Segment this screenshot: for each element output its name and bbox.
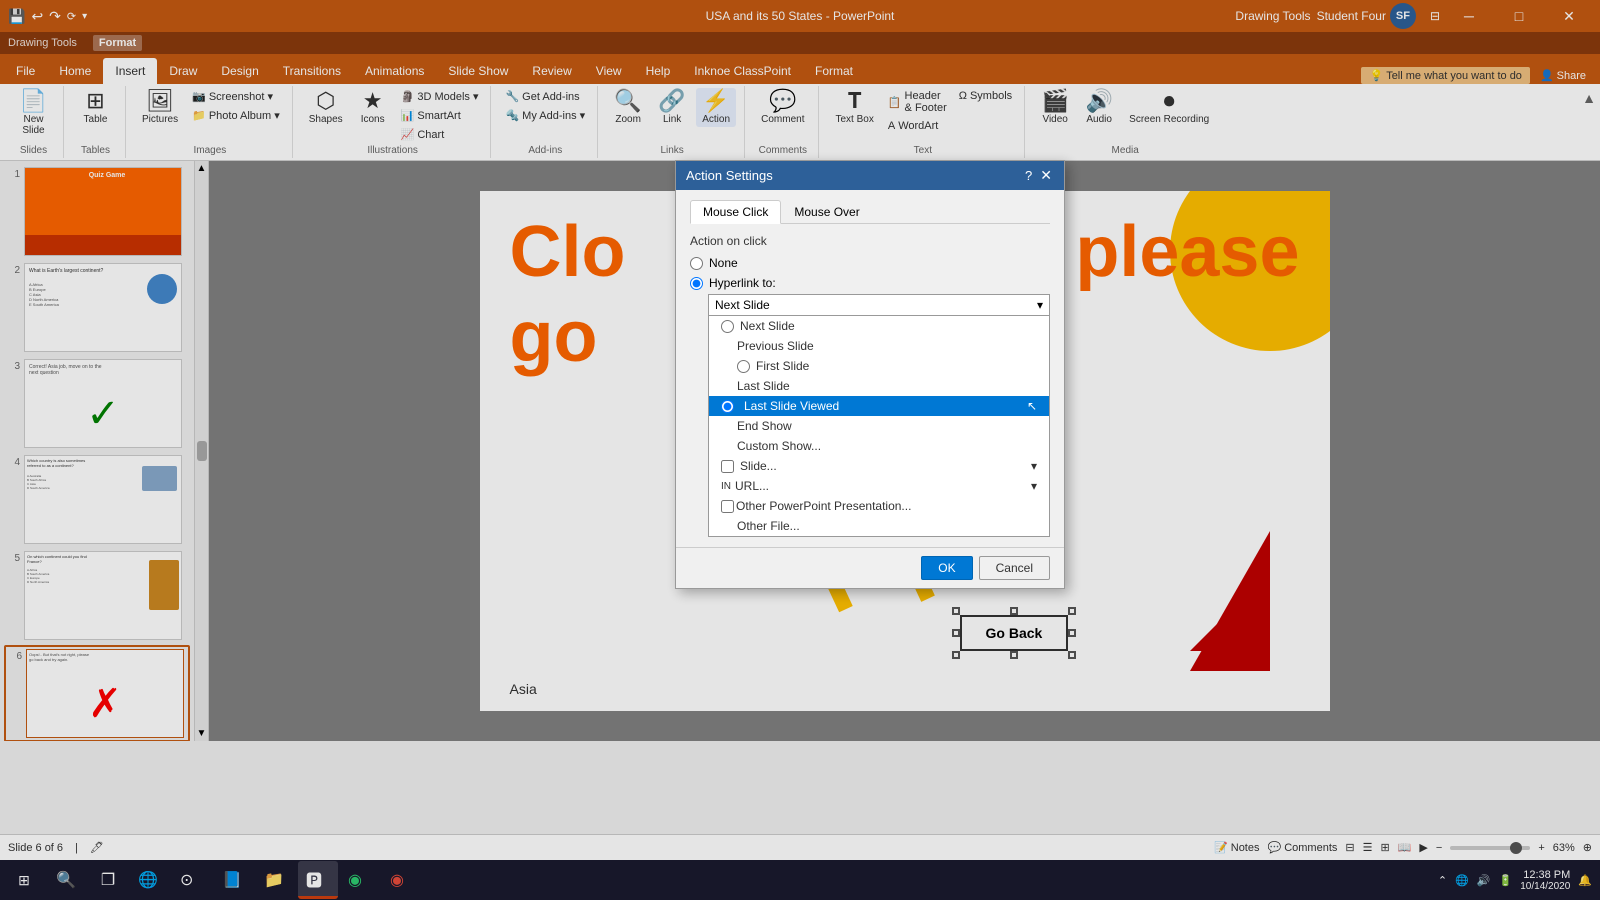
- dialog-tab-mouse-click[interactable]: Mouse Click: [690, 200, 781, 224]
- url-dropdown-arrow: ▾: [1031, 479, 1037, 493]
- dropdown-item-previous-slide[interactable]: Previous Slide: [709, 336, 1049, 356]
- checkbox-play-sound[interactable]: [721, 460, 734, 473]
- dialog-help-icon[interactable]: ?: [1025, 168, 1032, 183]
- dialog-close-icon[interactable]: ✕: [1038, 167, 1054, 184]
- dialog-tabs: Mouse Click Mouse Over: [690, 200, 1050, 224]
- radio-first-slide[interactable]: [737, 360, 750, 373]
- none-label: None: [709, 256, 738, 270]
- dropdown-item-custom-show[interactable]: Custom Show...: [709, 436, 1049, 456]
- hyperlink-dropdown[interactable]: Next Slide ▾: [708, 294, 1050, 316]
- dropdown-item-other-file[interactable]: Other File...: [709, 516, 1049, 536]
- dialog-tab-mouse-over[interactable]: Mouse Over: [781, 200, 872, 224]
- none-radio-row: None: [690, 256, 1050, 270]
- hyperlink-label: Hyperlink to:: [709, 276, 776, 290]
- dropdown-item-last-slide-viewed[interactable]: Last Slide Viewed ↖: [709, 396, 1049, 416]
- dropdown-arrow-icon: ▾: [1037, 298, 1043, 312]
- dropdown-item-last-slide[interactable]: Last Slide: [709, 376, 1049, 396]
- cursor-indicator: ↖: [1027, 399, 1037, 413]
- dialog-body: Mouse Click Mouse Over Action on click N…: [676, 190, 1064, 547]
- radio-next-slide[interactable]: [721, 320, 734, 333]
- dialog-title: Action Settings: [686, 168, 773, 183]
- action-settings-dialog: Action Settings ? ✕ Mouse Click Mouse Ov…: [675, 160, 1065, 589]
- checkbox-highlight[interactable]: [721, 500, 734, 513]
- hyperlink-radio-row: Hyperlink to:: [690, 276, 1050, 290]
- none-radio[interactable]: [690, 257, 703, 270]
- cancel-button[interactable]: Cancel: [979, 556, 1050, 580]
- dropdown-item-next-slide[interactable]: Next Slide: [709, 316, 1049, 336]
- dropdown-item-first-slide[interactable]: First Slide: [709, 356, 1049, 376]
- hyperlink-dropdown-list: Next Slide Previous Slide First Slide La…: [708, 316, 1050, 537]
- radio-last-slide-viewed[interactable]: [721, 400, 734, 413]
- dialog-footer: OK Cancel: [676, 547, 1064, 588]
- dialog-overlay: Action Settings ? ✕ Mouse Click Mouse Ov…: [0, 0, 1600, 900]
- dropdown-right-arrow: ▾: [1031, 459, 1037, 473]
- dialog-section-title: Action on click: [690, 234, 1050, 248]
- dropdown-item-url[interactable]: IN URL... ▾: [709, 476, 1049, 496]
- dropdown-item-slide[interactable]: Slide... ▾: [709, 456, 1049, 476]
- dropdown-item-other-ppt[interactable]: Other PowerPoint Presentation...: [709, 496, 1049, 516]
- hyperlink-radio[interactable]: [690, 277, 703, 290]
- ok-button[interactable]: OK: [921, 556, 972, 580]
- dropdown-item-end-show[interactable]: End Show: [709, 416, 1049, 436]
- dialog-titlebar-icons: ? ✕: [1025, 167, 1054, 184]
- dialog-titlebar: Action Settings ? ✕: [676, 161, 1064, 190]
- hyperlink-selected-value: Next Slide: [715, 298, 770, 312]
